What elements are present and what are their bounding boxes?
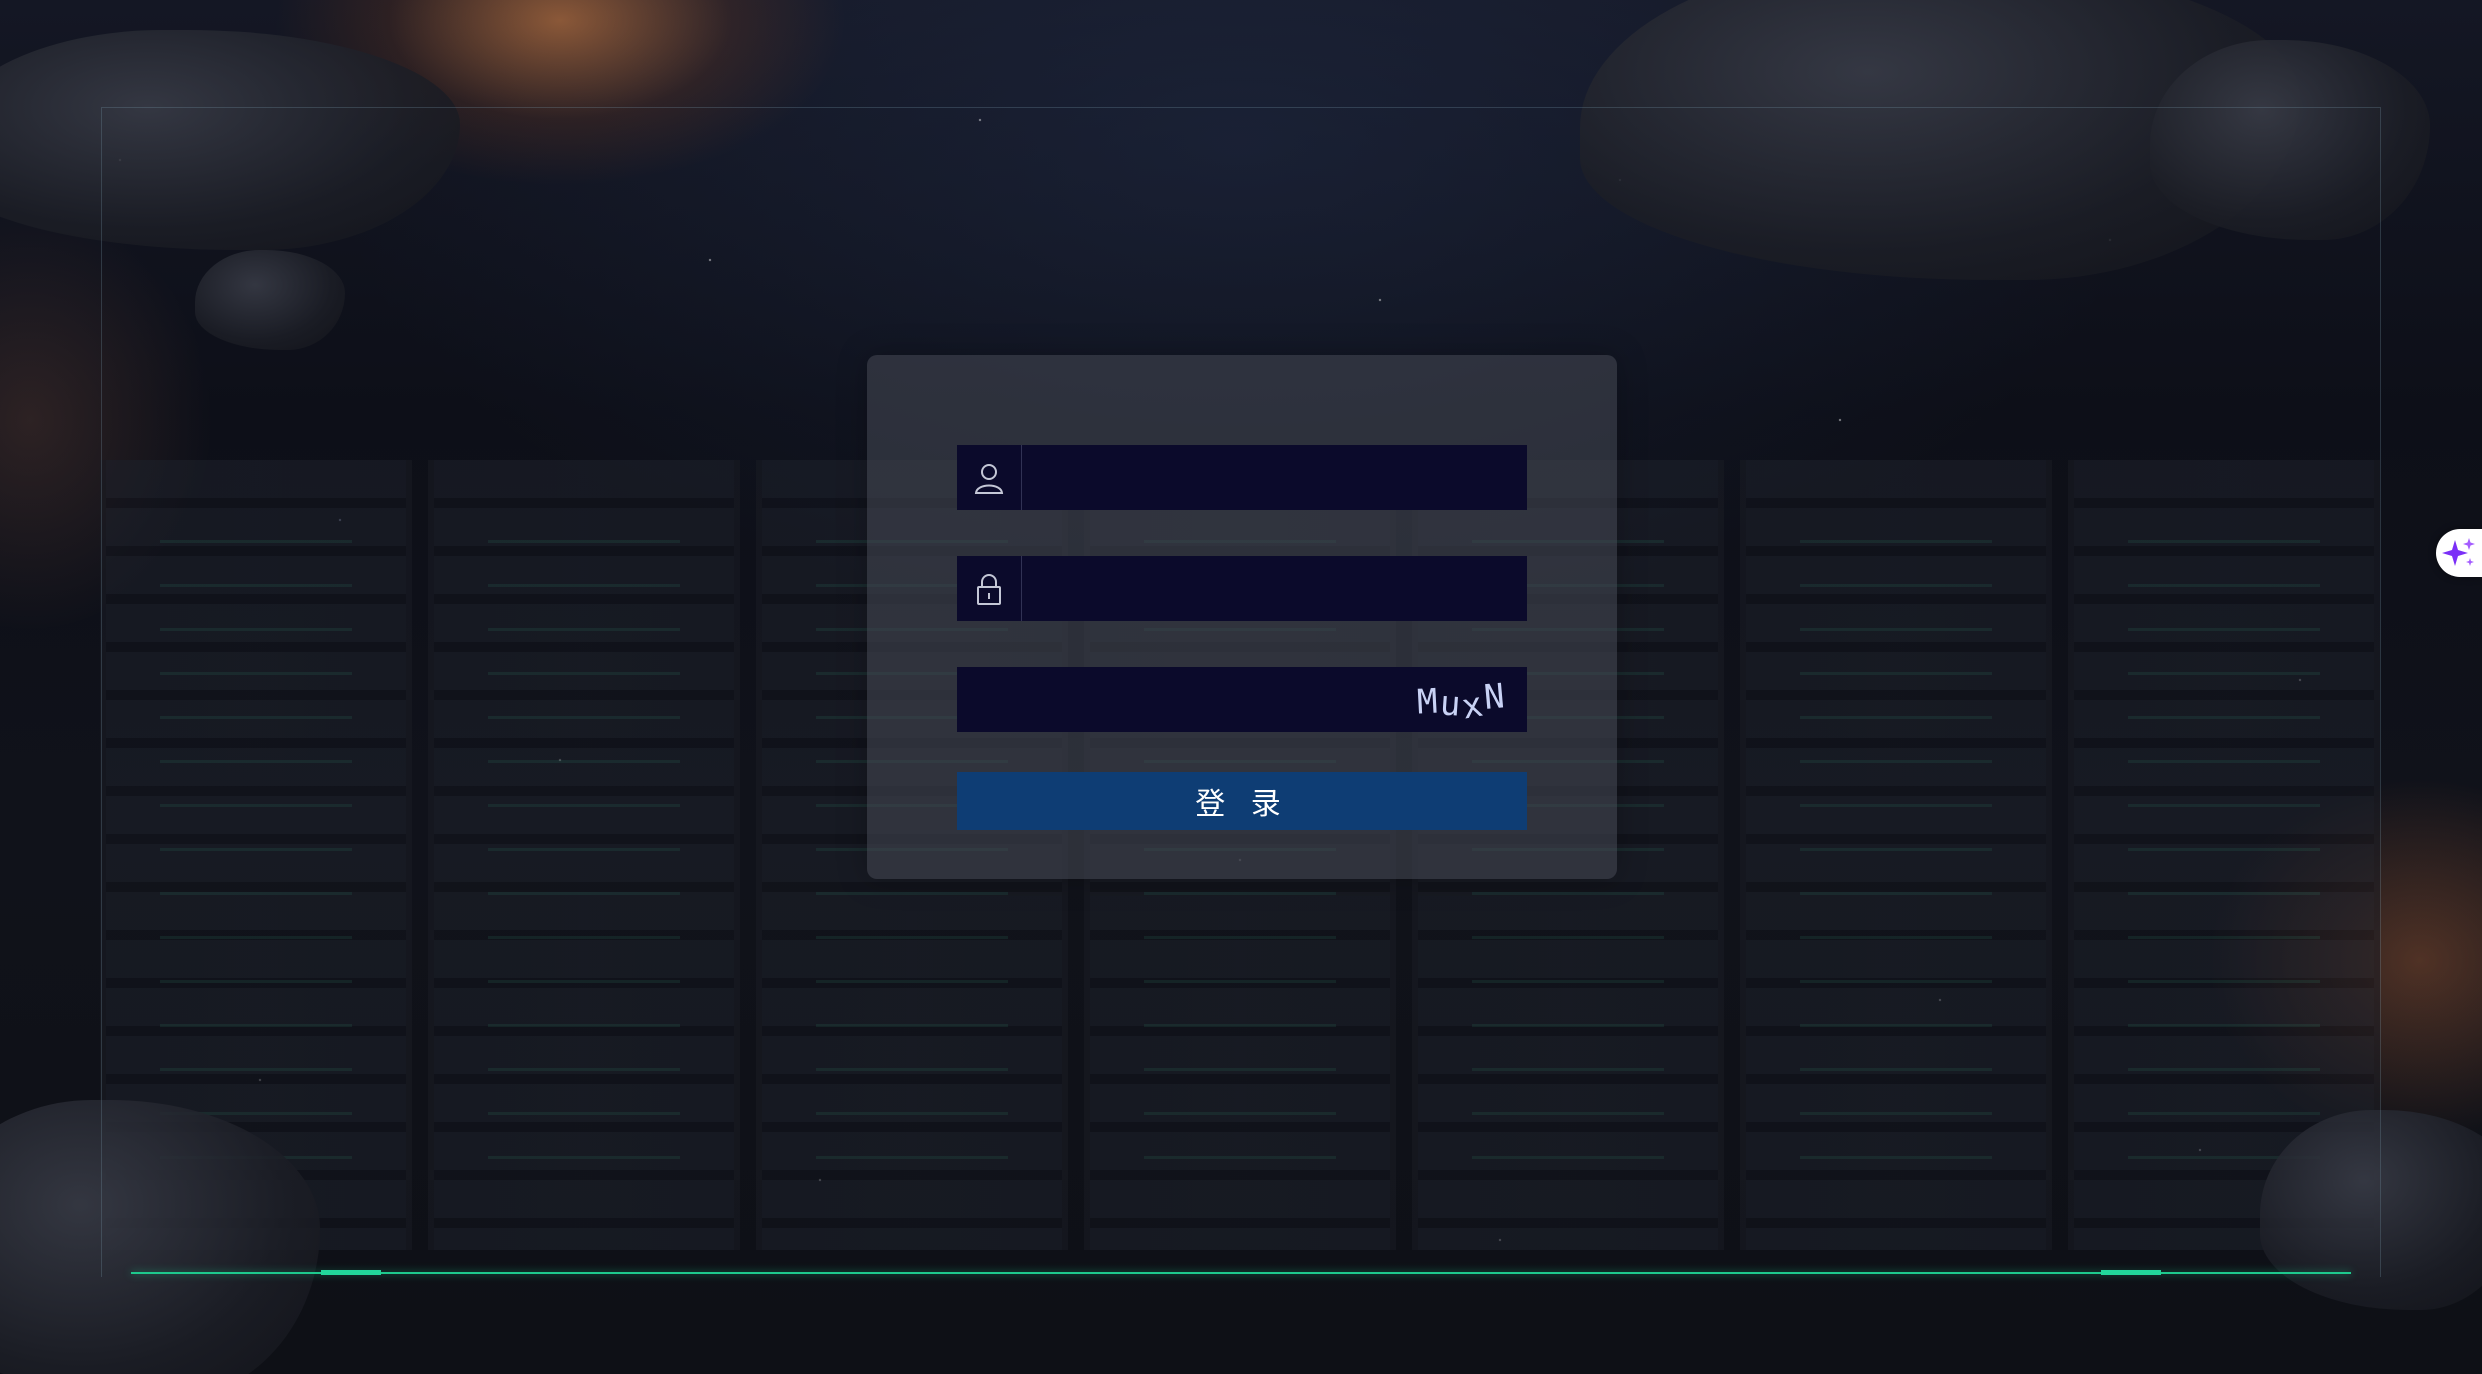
frame-accent-segment bbox=[321, 1270, 381, 1275]
frame-bottom-accent bbox=[101, 1270, 2381, 1278]
assistant-widget-button[interactable] bbox=[2436, 529, 2482, 577]
frame-accent-segment bbox=[2101, 1270, 2161, 1275]
frame-accent-line bbox=[131, 1272, 2351, 1274]
login-button[interactable]: 登 录 bbox=[957, 772, 1527, 830]
sparkle-icon bbox=[2442, 538, 2475, 566]
captcha-field: M u x N bbox=[957, 667, 1527, 732]
captcha-char: N bbox=[1482, 675, 1509, 718]
password-input[interactable] bbox=[1022, 556, 1527, 621]
lock-icon bbox=[957, 556, 1022, 621]
captcha-char: M bbox=[1415, 680, 1441, 723]
password-field bbox=[957, 556, 1527, 621]
username-input[interactable] bbox=[1022, 445, 1527, 510]
username-field bbox=[957, 445, 1527, 510]
captcha-input[interactable] bbox=[957, 667, 1397, 732]
login-panel: M u x N 登 录 bbox=[867, 355, 1617, 879]
user-icon bbox=[957, 445, 1022, 510]
captcha-image[interactable]: M u x N bbox=[1397, 667, 1527, 732]
